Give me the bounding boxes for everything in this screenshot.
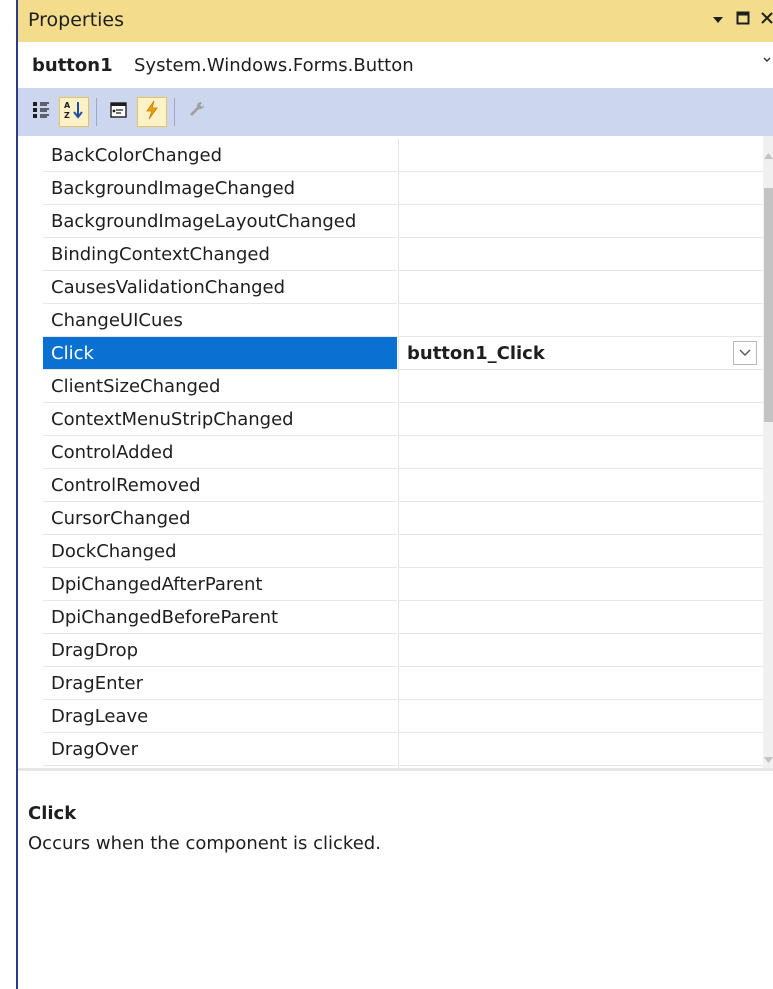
event-handler-value[interactable] bbox=[398, 370, 763, 403]
event-row[interactable]: BackgroundImageChanged bbox=[18, 172, 763, 205]
event-name[interactable]: DragEnter bbox=[43, 667, 397, 700]
events-button[interactable] bbox=[137, 97, 167, 127]
event-handler-value[interactable]: button1_Click bbox=[398, 337, 763, 370]
object-name: button1 bbox=[32, 55, 113, 76]
scroll-up-arrow-icon[interactable] bbox=[764, 144, 773, 159]
event-row[interactable]: CursorChanged bbox=[18, 502, 763, 535]
event-name[interactable]: BindingContextChanged bbox=[43, 238, 397, 271]
panel-title: Properties bbox=[28, 9, 125, 31]
event-name[interactable]: DpiChangedBeforeParent bbox=[43, 601, 397, 634]
description-pane: Click Occurs when the component is click… bbox=[18, 771, 773, 989]
event-handler-value[interactable] bbox=[398, 700, 763, 733]
event-name[interactable]: DragOver bbox=[43, 733, 397, 766]
event-handler-value[interactable] bbox=[398, 733, 763, 766]
event-handler-value[interactable] bbox=[398, 304, 763, 337]
event-name[interactable]: ControlAdded bbox=[43, 436, 397, 469]
event-handler-value[interactable] bbox=[398, 403, 763, 436]
event-name[interactable]: ContextMenuStripChanged bbox=[43, 403, 397, 436]
event-handler-value[interactable] bbox=[398, 469, 763, 502]
properties-icon bbox=[108, 99, 130, 126]
event-handler-value[interactable] bbox=[398, 502, 763, 535]
categorized-button[interactable] bbox=[26, 97, 56, 127]
event-row[interactable]: Click button1_Click bbox=[18, 337, 763, 370]
properties-button[interactable] bbox=[104, 97, 134, 127]
close-icon[interactable] bbox=[761, 10, 773, 29]
event-handler-value[interactable] bbox=[398, 568, 763, 601]
events-lightning-icon bbox=[141, 99, 163, 126]
property-grid: BackColorChanged BackgroundImageChanged Ba… bbox=[18, 136, 763, 768]
title-bar[interactable]: Properties bbox=[18, 0, 773, 43]
object-selector[interactable]: button1 System.Windows.Forms.Button bbox=[18, 42, 773, 88]
alphabetical-button[interactable]: A Z bbox=[59, 97, 89, 127]
event-handler-value[interactable] bbox=[398, 535, 763, 568]
dropdown-arrow-icon[interactable] bbox=[712, 10, 724, 29]
properties-toolbar: A Z bbox=[18, 88, 773, 136]
categorized-icon bbox=[31, 100, 51, 125]
chevron-down-icon[interactable] bbox=[763, 52, 771, 68]
event-row[interactable]: BackColorChanged bbox=[18, 139, 763, 172]
event-handler-value[interactable] bbox=[398, 238, 763, 271]
event-handler-value[interactable] bbox=[398, 205, 763, 238]
svg-text:Z: Z bbox=[64, 111, 70, 120]
event-name[interactable]: CausesValidationChanged bbox=[43, 271, 397, 304]
event-handler-value[interactable] bbox=[398, 271, 763, 304]
alphabetical-icon: A Z bbox=[63, 99, 85, 126]
event-handler-value[interactable] bbox=[398, 601, 763, 634]
event-name[interactable]: ChangeUICues bbox=[43, 304, 397, 337]
event-row[interactable]: ChangeUICues bbox=[18, 304, 763, 337]
event-row[interactable]: ContextMenuStripChanged bbox=[18, 403, 763, 436]
event-handler-value[interactable] bbox=[398, 634, 763, 667]
event-name[interactable]: DragLeave bbox=[43, 700, 397, 733]
property-pages-wrench-icon bbox=[186, 99, 208, 126]
event-row[interactable]: DockChanged bbox=[18, 535, 763, 568]
event-row[interactable]: ClientSizeChanged bbox=[18, 370, 763, 403]
description-text: Occurs when the component is clicked. bbox=[28, 833, 381, 854]
properties-window: Properties button1 System.Windows.Forms.… bbox=[0, 0, 773, 989]
event-row[interactable]: DragLeave bbox=[18, 700, 763, 733]
event-name[interactable]: CursorChanged bbox=[43, 502, 397, 535]
description-title: Click bbox=[28, 803, 77, 824]
object-type: System.Windows.Forms.Button bbox=[134, 55, 414, 76]
property-pages-button[interactable] bbox=[182, 97, 212, 127]
event-name[interactable]: BackgroundImageChanged bbox=[43, 172, 397, 205]
event-name[interactable]: BackColorChanged bbox=[43, 139, 397, 172]
event-handler-text: button1_Click bbox=[407, 343, 545, 364]
event-row[interactable]: DpiChangedAfterParent bbox=[18, 568, 763, 601]
event-row[interactable]: DragDrop bbox=[18, 634, 763, 667]
handler-dropdown-button[interactable] bbox=[733, 341, 757, 365]
event-handler-value[interactable] bbox=[398, 436, 763, 469]
chevron-down-icon bbox=[739, 349, 751, 356]
vertical-scrollbar[interactable] bbox=[763, 136, 773, 768]
event-name[interactable]: Click bbox=[43, 337, 397, 370]
event-row[interactable]: DragEnter bbox=[18, 667, 763, 700]
scroll-down-arrow-icon[interactable] bbox=[764, 748, 773, 763]
event-row[interactable]: DragOver bbox=[18, 733, 763, 766]
event-name[interactable]: DragDrop bbox=[43, 634, 397, 667]
event-row[interactable]: BackgroundImageLayoutChanged bbox=[18, 205, 763, 238]
event-handler-value[interactable] bbox=[398, 667, 763, 700]
event-name[interactable]: DockChanged bbox=[43, 535, 397, 568]
scrollbar-thumb[interactable] bbox=[764, 188, 773, 422]
toolbar-separator bbox=[96, 98, 97, 126]
event-row[interactable]: ControlRemoved bbox=[18, 469, 763, 502]
event-name[interactable]: ClientSizeChanged bbox=[43, 370, 397, 403]
event-row[interactable]: DpiChangedBeforeParent bbox=[18, 601, 763, 634]
event-name[interactable]: BackgroundImageLayoutChanged bbox=[43, 205, 397, 238]
event-handler-value[interactable] bbox=[398, 139, 763, 172]
event-name[interactable]: ControlRemoved bbox=[43, 469, 397, 502]
maximize-icon[interactable] bbox=[736, 10, 750, 29]
event-handler-value[interactable] bbox=[398, 172, 763, 205]
event-name[interactable]: DpiChangedAfterParent bbox=[43, 568, 397, 601]
event-row[interactable]: BindingContextChanged bbox=[18, 238, 763, 271]
event-row[interactable]: CausesValidationChanged bbox=[18, 271, 763, 304]
svg-text:A: A bbox=[64, 101, 71, 110]
toolbar-separator bbox=[174, 98, 175, 126]
event-row[interactable]: ControlAdded bbox=[18, 436, 763, 469]
